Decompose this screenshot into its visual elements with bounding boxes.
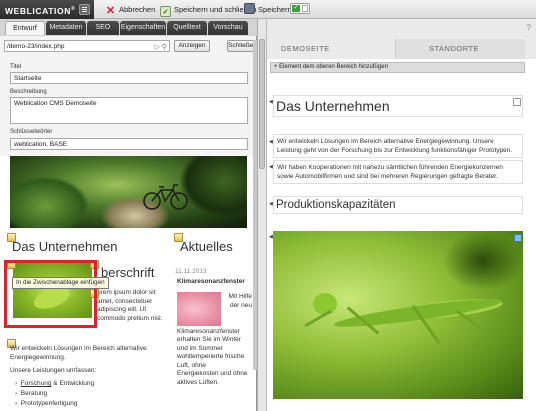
disk-icon (244, 3, 255, 14)
lorem-line: amet, consectetuer (97, 297, 153, 305)
lorem-line: commodo pretium nisl. (97, 314, 163, 322)
tab-seo[interactable]: SEO (87, 21, 119, 35)
preview-heading-main: Das Unternehmen (12, 239, 118, 254)
left-scrollbar-thumb[interactable] (259, 39, 265, 169)
news-line: und im Sommer (177, 344, 223, 352)
toggle-button[interactable]: ✓ (290, 0, 310, 19)
service-label: Beratung (20, 390, 48, 397)
block-menu-icon[interactable] (513, 98, 521, 106)
tab-quelltext[interactable]: Quelltext (167, 21, 207, 35)
close-icon: ✕ (105, 5, 116, 17)
service-label[interactable]: Forschung & Entwicklung (21, 380, 94, 387)
save-close-button[interactable]: ✓ Speichern und schließen (160, 0, 257, 19)
preview-panel: ? DEMOSEITE STANDORTE + Element dem ober… (267, 19, 536, 411)
title-label: Titel (10, 64, 22, 70)
cancel-label: Abbrechen (119, 5, 156, 14)
save-button[interactable]: Speichern (244, 0, 292, 19)
registered-mark: ® (70, 6, 76, 12)
tab-metadaten[interactable]: Metadaten (46, 21, 86, 35)
mantis-image[interactable] (273, 231, 523, 399)
news-side-text: Mit Hilfe der neu (222, 293, 252, 310)
tab-eigenschaften[interactable]: Eigenschaften (120, 21, 166, 35)
url-row: /demo-23/index.php ▷ ⚲ Anzeigen Schließe… (4, 40, 256, 53)
help-link[interactable]: ? (527, 23, 531, 32)
keywords-label: Schlüsselwörter (10, 129, 53, 135)
service-item: › Prototypenfertigung (15, 400, 78, 407)
highlight-box (4, 260, 97, 328)
left-scrollbar[interactable] (253, 40, 257, 370)
service-label: Prototypenfertigung (20, 400, 78, 407)
url-value: /demo-23/index.php (7, 43, 65, 50)
news-line: Energiekosten und ohne (177, 370, 248, 377)
intro-text: Wir entwickeln Lösungen im Bereich alter… (10, 345, 147, 361)
preview-heading-partial: berschrift (101, 265, 155, 280)
page-icon (302, 5, 308, 12)
tab-demoseite[interactable]: DEMOSEITE (281, 39, 330, 59)
cancel-button[interactable]: ✕ Abbrechen (105, 0, 155, 19)
url-input[interactable]: /demo-23/index.php ▷ ⚲ (4, 40, 170, 52)
description-label: Beschreibung (10, 89, 47, 95)
save-close-icon: ✓ (160, 6, 171, 17)
service-item: › Forschung & Entwicklung (15, 380, 95, 387)
right-paragraph-2: Wir haben Kooperationen mit nahezu sämtl… (273, 160, 523, 184)
forest-image (10, 156, 247, 228)
app-title: Weblication (5, 5, 71, 16)
news-line: erhalten Sie im Winter (177, 336, 241, 343)
tab-vorschau[interactable]: Vorschau (208, 21, 248, 35)
right-paragraph-1: Wir entwickeln Lösungen im Bereich alter… (273, 134, 523, 158)
show-button[interactable]: Anzeigen (174, 40, 210, 52)
news-line: Luft, ohne (177, 361, 206, 369)
services-intro: Unsere Leistungen umfassen: (10, 367, 97, 374)
lorem-line: orem ipsum dolor sit (97, 289, 156, 296)
lorem-line: adipiscing elit. Ut (97, 306, 147, 313)
tab-standorte[interactable]: STANDORTE (429, 39, 479, 59)
image-edit-icon[interactable] (514, 234, 522, 242)
news-title: Klimaresonanzfenster (177, 278, 245, 285)
top-toolbar: Weblication® ✕ Abbrechen ✓ Speichern und s… (0, 0, 536, 19)
right-heading-main: Das Unternehmen (273, 95, 523, 117)
service-item: › Beratung (15, 390, 48, 397)
paste-tooltip: In die Zwischenablage einfügen (12, 277, 109, 289)
check-icon: ✓ (292, 5, 300, 12)
news-line: Klimaresonanzfenster (177, 327, 240, 335)
news-line: Mit Hilfe (228, 293, 252, 300)
editor-tabs: Entwurf Metadaten SEO Eigenschaften Quel… (0, 19, 257, 36)
lorem-text: orem ipsum dolor sit amet, consectetuer … (97, 289, 169, 323)
preview-header: ? DEMOSEITE STANDORTE (267, 19, 536, 59)
save-label: Speichern (258, 5, 292, 14)
add-element-bar[interactable]: + Element dem oberen Bereich hinzufügen (270, 62, 525, 73)
news-line: der neu (229, 301, 252, 309)
news-image[interactable] (177, 292, 221, 326)
preview-heading-aside: Aktuelles (180, 239, 233, 254)
news-line: aktives Lüften. (177, 378, 219, 386)
title-field[interactable]: Startseite (10, 72, 248, 84)
menu-icon[interactable] (79, 4, 90, 15)
news-line: wohltemperierte frische (177, 353, 245, 360)
editor-panel: /demo-23/index.php ▷ ⚲ Anzeigen Schließe… (0, 36, 257, 411)
news-text: entwickelten Klimaresonanzfenster erhalt… (177, 319, 256, 387)
app-logo: Weblication® (0, 0, 94, 19)
keywords-field[interactable]: weblication, BASE (10, 138, 248, 150)
right-heading-production: Produktionskapazitäten (273, 196, 523, 214)
bicycle-image (143, 184, 188, 210)
url-icons: ▷ ⚲ (154, 44, 167, 51)
panel-splitter[interactable] (257, 19, 267, 411)
news-date: 11.11.2013 (175, 268, 207, 275)
tab-entwurf[interactable]: Entwurf (5, 21, 45, 35)
description-field[interactable]: Weblication CMS Demoseite (10, 97, 248, 124)
